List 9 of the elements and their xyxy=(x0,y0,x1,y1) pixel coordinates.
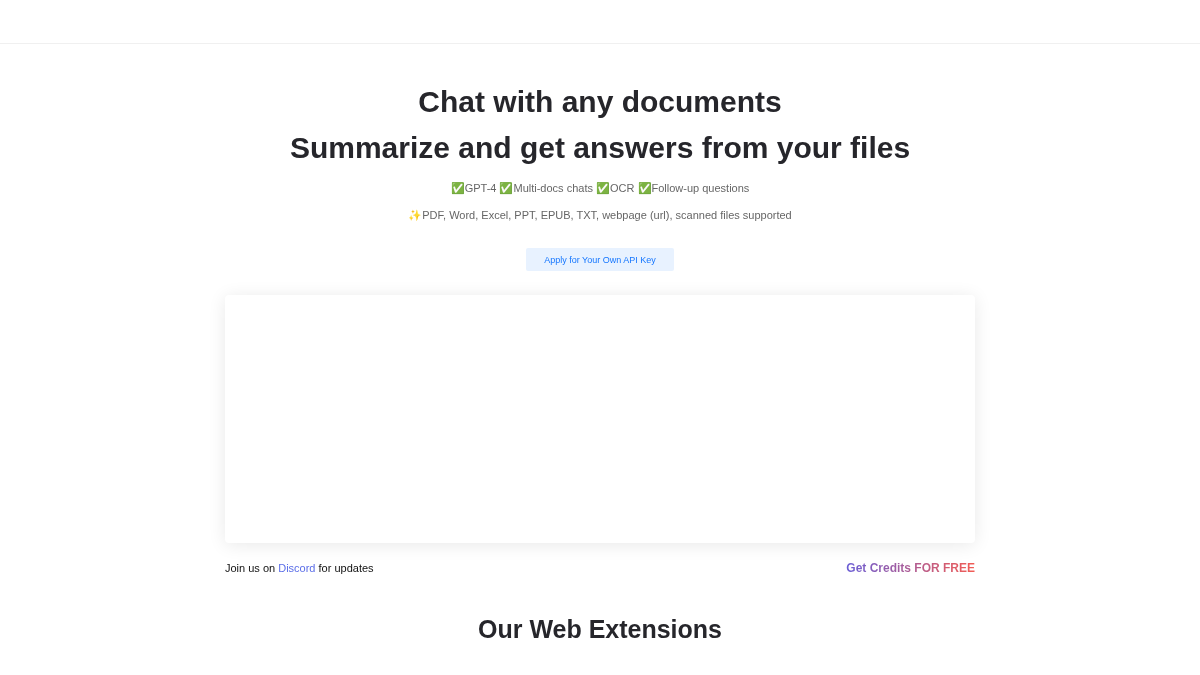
api-key-button[interactable]: Apply for Your Own API Key xyxy=(526,248,674,271)
feature-list: ✅GPT-4 ✅Multi-docs chats ✅OCR ✅Follow-up questions xyxy=(450,181,750,195)
supported-formats: ✨PDF, Word, Excel, PPT, EPUB, TXT, webpage (url), scanned files supported xyxy=(408,208,792,222)
section-title: Our Web Extensions xyxy=(478,615,722,644)
headline: Summarize and get answers from your files xyxy=(289,130,911,166)
discord-note: Join us on Discord for updates xyxy=(225,562,374,574)
headline: Chat with any documents xyxy=(418,84,782,120)
discord-link[interactable]: Discord xyxy=(278,562,316,574)
credits-link[interactable]: Get Credits FOR FREE xyxy=(846,561,975,575)
